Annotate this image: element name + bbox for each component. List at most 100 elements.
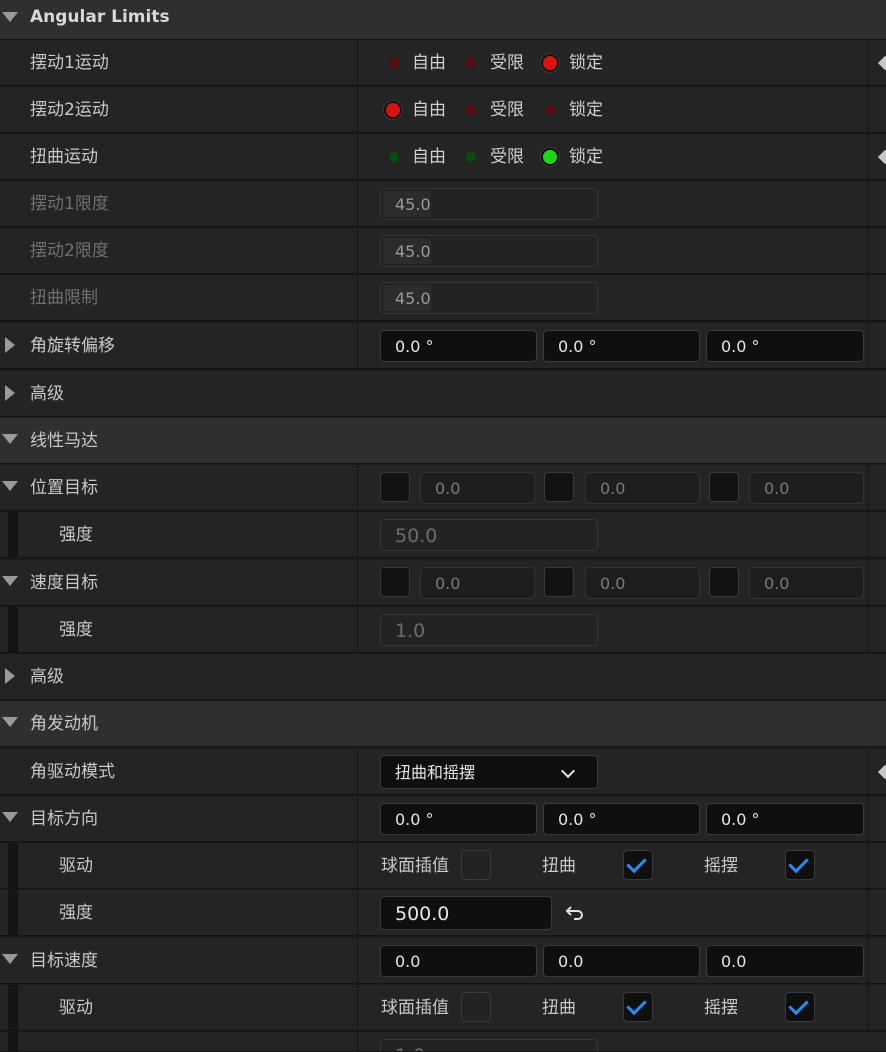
- radio-limited[interactable]: [466, 152, 476, 162]
- swing-checkbox[interactable]: [785, 850, 815, 880]
- expand-arrow-icon[interactable]: [2, 576, 18, 586]
- property-row-velocity-target: 速度目标 0.0 0.0 0.0: [0, 560, 886, 606]
- velocity-target-x-checkbox[interactable]: [380, 567, 410, 597]
- rotation-offset-z-field[interactable]: 0.0 °: [706, 330, 864, 362]
- expand-arrow-icon[interactable]: [2, 954, 18, 964]
- velocity-target-z-checkbox[interactable]: [709, 567, 739, 597]
- column-divider: [868, 985, 869, 1031]
- radio-locked[interactable]: [541, 148, 559, 166]
- property-row-advanced[interactable]: 高级: [0, 371, 886, 417]
- property-label: 扭曲运动: [30, 147, 98, 167]
- expand-arrow-icon[interactable]: [5, 337, 15, 353]
- property-row-advanced-linear[interactable]: 高级: [0, 654, 886, 700]
- column-divider: [868, 134, 869, 180]
- position-strength-field[interactable]: 50.0: [380, 519, 598, 551]
- category-linear-motor[interactable]: 线性马达: [0, 418, 886, 464]
- property-label: 角驱动模式: [30, 762, 115, 782]
- twist-limit-field[interactable]: 45.0: [380, 282, 598, 314]
- swing-label: 摇摆: [704, 856, 738, 876]
- slerp-checkbox[interactable]: [461, 850, 491, 880]
- expand-arrow-icon[interactable]: [5, 385, 15, 401]
- radio-free[interactable]: [389, 58, 399, 68]
- property-label: 强度: [59, 903, 93, 923]
- column-divider: [357, 228, 358, 274]
- position-target-z-field[interactable]: 0.0: [749, 472, 864, 504]
- radio-free[interactable]: [389, 152, 399, 162]
- swing2-limit-field[interactable]: 45.0: [380, 235, 598, 267]
- twist-label: 扭曲: [542, 998, 576, 1018]
- field-value: 45.0: [395, 242, 431, 261]
- radio-locked-label: 锁定: [569, 147, 603, 167]
- column-divider: [357, 607, 358, 653]
- property-label: 强度: [59, 620, 93, 640]
- property-label: 目标速度: [30, 951, 98, 971]
- column-divider: [357, 323, 358, 369]
- category-angular-limits[interactable]: Angular Limits: [0, 0, 886, 40]
- radio-locked-label: 锁定: [569, 100, 603, 120]
- indent-guide: [8, 890, 18, 936]
- target-orientation-y-field[interactable]: 0.0 °: [543, 803, 700, 835]
- target-velocity-y-field[interactable]: 0.0: [543, 945, 700, 977]
- orientation-strength-field[interactable]: 500.0: [380, 896, 552, 930]
- property-label: 摆动2限度: [30, 241, 109, 261]
- radio-free[interactable]: [384, 101, 402, 119]
- check-icon: [626, 852, 647, 874]
- property-row-target-orientation: 目标方向 0.0 ° 0.0 ° 0.0 °: [0, 796, 886, 842]
- expand-arrow-icon[interactable]: [2, 717, 18, 727]
- slerp-checkbox[interactable]: [461, 992, 491, 1022]
- angular-drive-mode-dropdown[interactable]: 扭曲和摇摆: [380, 755, 598, 789]
- radio-limited[interactable]: [466, 105, 476, 115]
- category-title: Angular Limits: [30, 7, 170, 27]
- velocity-target-z-field[interactable]: 0.0: [749, 567, 864, 599]
- target-velocity-x-field[interactable]: 0.0: [380, 945, 537, 977]
- expand-arrow-icon[interactable]: [2, 12, 18, 22]
- velocity-target-y-checkbox[interactable]: [544, 567, 574, 597]
- column-divider: [868, 275, 869, 321]
- column-divider: [868, 749, 869, 795]
- property-row-swing1-limit: 摆动1限度 45.0: [0, 181, 886, 227]
- position-target-y-field[interactable]: 0.0: [585, 472, 700, 504]
- velocity-strength-2-field[interactable]: 1.0: [380, 1039, 598, 1051]
- velocity-target-y-field[interactable]: 0.0: [585, 567, 700, 599]
- radio-locked[interactable]: [545, 105, 555, 115]
- property-label: 强度: [59, 525, 93, 545]
- property-row-target-velocity: 目标速度 0.0 0.0 0.0: [0, 938, 886, 984]
- column-divider: [357, 134, 358, 180]
- target-orientation-x-field[interactable]: 0.0 °: [380, 803, 537, 835]
- expand-arrow-icon[interactable]: [2, 481, 18, 491]
- indent-guide: [8, 843, 18, 889]
- property-label: 目标方向: [30, 809, 98, 829]
- target-velocity-z-field[interactable]: 0.0: [706, 945, 864, 977]
- expand-arrow-icon[interactable]: [2, 812, 18, 822]
- property-row-swing2-limit: 摆动2限度 45.0: [0, 228, 886, 274]
- velocity-target-x-field[interactable]: 0.0: [420, 567, 535, 599]
- reset-to-default-icon[interactable]: [877, 55, 886, 71]
- position-target-y-checkbox[interactable]: [544, 472, 574, 502]
- undo-reset-icon[interactable]: [565, 902, 587, 924]
- rotation-offset-x-field[interactable]: 0.0 °: [380, 330, 537, 362]
- position-target-x-checkbox[interactable]: [380, 472, 410, 502]
- category-angular-motor[interactable]: 角发动机: [0, 701, 886, 747]
- radio-locked[interactable]: [541, 54, 559, 72]
- position-target-x-field[interactable]: 0.0: [420, 472, 535, 504]
- indent-guide: [8, 512, 18, 558]
- position-target-z-checkbox[interactable]: [709, 472, 739, 502]
- twist-checkbox[interactable]: [623, 992, 653, 1022]
- radio-free-label: 自由: [412, 147, 446, 167]
- property-label: 位置目标: [30, 478, 98, 498]
- slerp-label: 球面插值: [381, 856, 449, 876]
- rotation-offset-y-field[interactable]: 0.0 °: [543, 330, 700, 362]
- twist-checkbox[interactable]: [623, 850, 653, 880]
- column-divider: [357, 40, 358, 86]
- indent-guide: [8, 985, 18, 1031]
- swing-checkbox[interactable]: [785, 992, 815, 1022]
- radio-limited[interactable]: [466, 58, 476, 68]
- expand-arrow-icon[interactable]: [5, 668, 15, 684]
- reset-to-default-icon[interactable]: [877, 149, 886, 165]
- reset-to-default-icon[interactable]: [877, 764, 886, 780]
- swing1-limit-field[interactable]: 45.0: [380, 188, 598, 220]
- velocity-strength-field[interactable]: 1.0: [380, 614, 598, 646]
- target-orientation-z-field[interactable]: 0.0 °: [706, 803, 864, 835]
- column-divider: [868, 796, 869, 842]
- expand-arrow-icon[interactable]: [2, 434, 18, 444]
